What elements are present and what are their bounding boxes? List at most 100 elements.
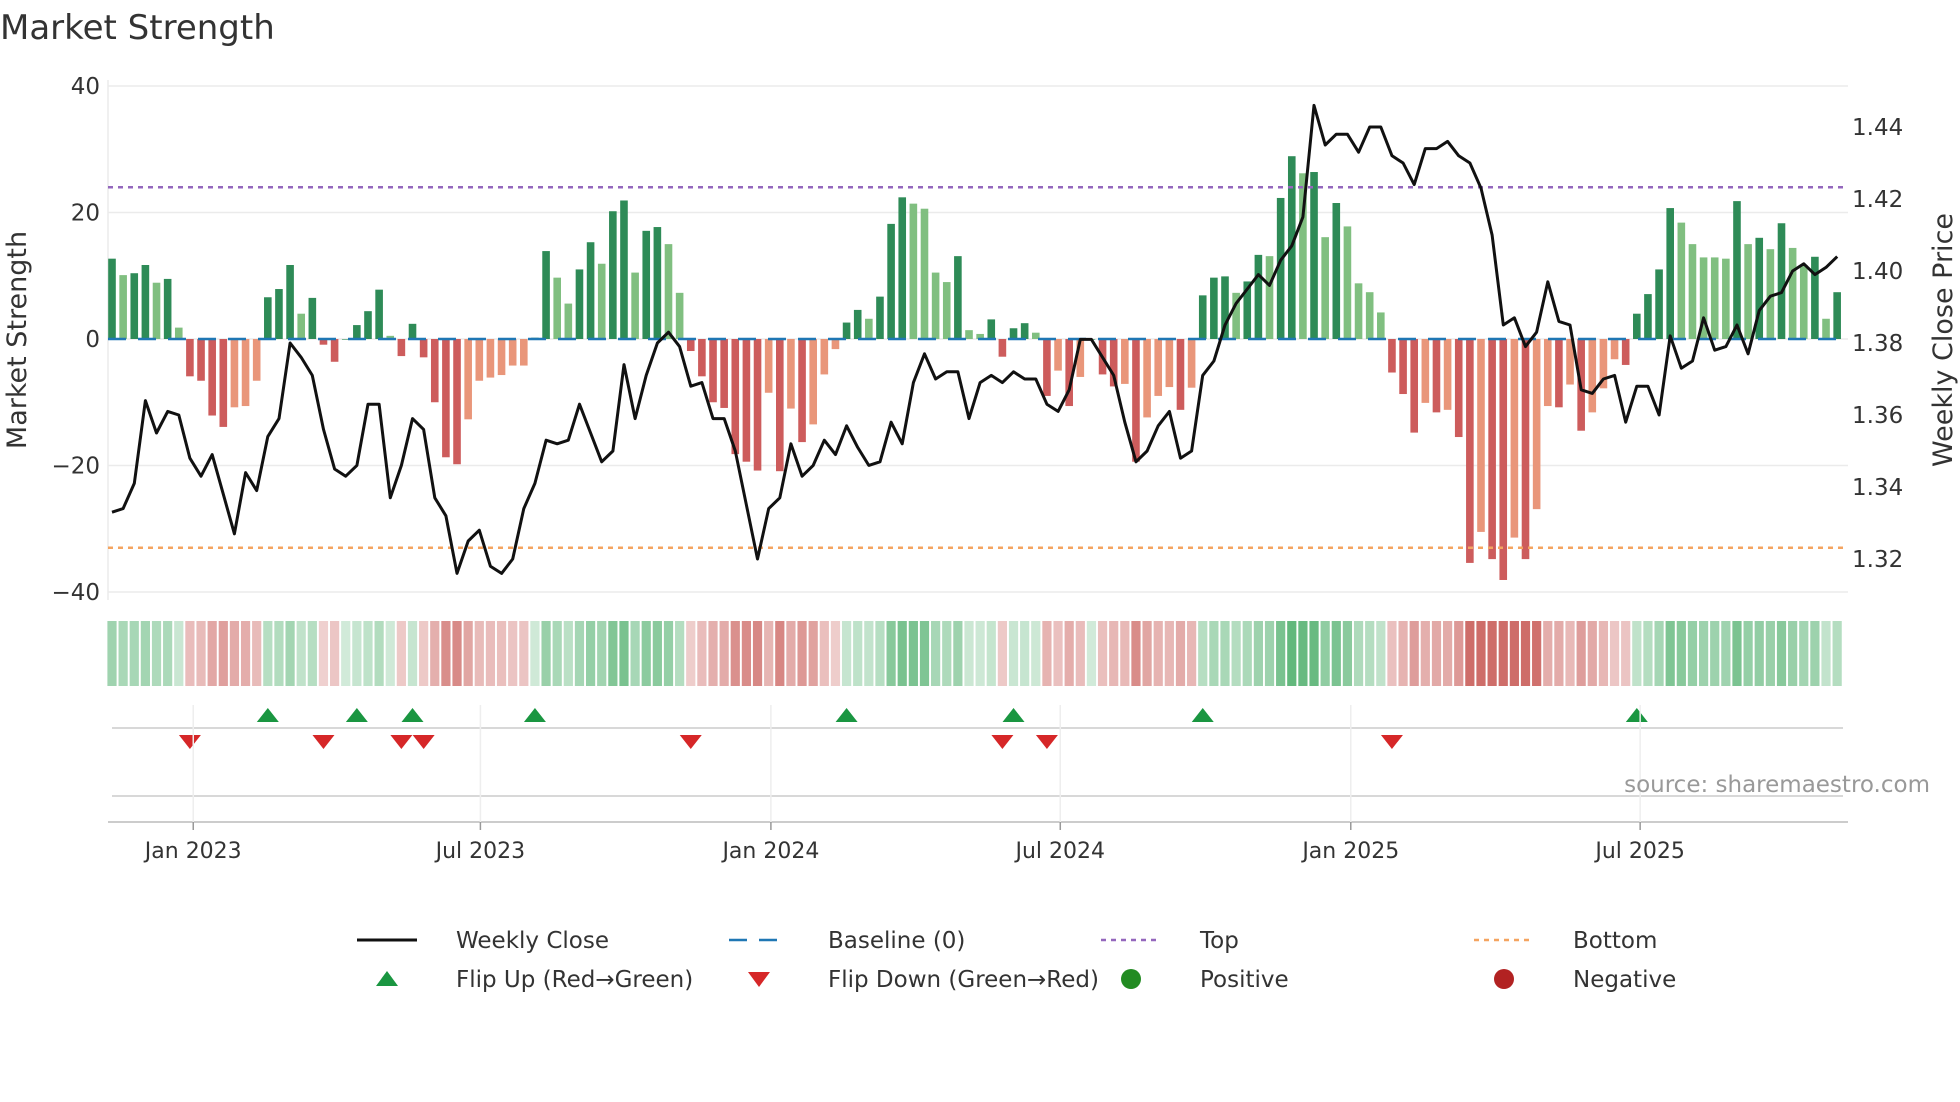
heat-cell <box>1632 621 1642 686</box>
heat-cell <box>808 621 818 686</box>
strength-bar <box>241 339 250 407</box>
heat-cell <box>697 621 707 686</box>
heat-cell <box>1064 621 1074 686</box>
strength-bar <box>130 273 139 339</box>
strength-bar <box>898 197 907 339</box>
strength-bar <box>1733 201 1741 339</box>
strength-bar <box>1054 339 1062 371</box>
strength-bar <box>1799 264 1808 339</box>
heat-cell <box>1086 621 1097 686</box>
heat-cell <box>1609 621 1620 686</box>
strength-bar <box>152 282 161 339</box>
heat-cell <box>1075 621 1085 686</box>
strength-bar <box>308 297 317 339</box>
strength-bar <box>664 244 673 339</box>
strength-bar <box>1310 172 1318 339</box>
heat-cell <box>1187 621 1197 686</box>
flip-up-marker <box>523 708 546 722</box>
heat-cell <box>864 621 874 686</box>
heat-cell <box>975 621 985 686</box>
heat-cell <box>1053 621 1063 686</box>
strength-bar <box>542 251 550 339</box>
heat-cell <box>1454 621 1464 686</box>
strength-bar <box>1009 328 1018 339</box>
strength-bar <box>163 278 172 339</box>
x-tick-label: Jan 2024 <box>720 839 819 864</box>
strength-bar <box>798 339 806 443</box>
flip-down-marker <box>1035 735 1058 749</box>
heat-cell <box>1153 621 1163 686</box>
strength-bar <box>653 227 662 339</box>
heat-cell <box>1587 621 1597 686</box>
strength-bar <box>1488 339 1496 560</box>
heat-cell <box>151 621 162 686</box>
heat-cell <box>1621 621 1631 686</box>
strength-bar <box>876 296 884 339</box>
heat-cell <box>1776 621 1787 686</box>
strength-bar <box>453 339 461 465</box>
heat-cell <box>797 621 807 686</box>
strength-bar <box>631 272 639 339</box>
heat-cell <box>630 621 640 686</box>
strength-bar <box>364 311 372 339</box>
heat-cell <box>942 621 952 686</box>
heat-cell <box>1565 621 1575 686</box>
strength-bar <box>1176 339 1185 410</box>
strength-bar <box>1677 222 1686 339</box>
heat-cell <box>1710 621 1720 686</box>
strength-bar <box>286 264 294 339</box>
strength-bar <box>1510 339 1519 538</box>
strength-bar <box>375 289 383 339</box>
strength-bar <box>1043 339 1051 396</box>
strength-bar <box>1621 339 1630 365</box>
heat-cell <box>1264 621 1275 686</box>
heat-cell <box>1799 621 1809 686</box>
strength-bar <box>219 339 228 427</box>
x-tick-label: Jan 2025 <box>1300 839 1399 864</box>
strength-bar <box>1788 247 1797 339</box>
heat-cell <box>1287 621 1297 686</box>
heat-cell <box>919 621 930 686</box>
flip-up-marker <box>1191 708 1214 722</box>
strength-bar <box>1432 339 1441 413</box>
strength-bar <box>141 264 150 339</box>
y-tick-label: 20 <box>71 201 100 227</box>
strength-bar <box>430 339 439 403</box>
heat-cell <box>330 621 340 686</box>
strength-bar <box>1811 256 1819 339</box>
heat-cell <box>1687 621 1698 686</box>
strength-bar <box>686 339 695 352</box>
heat-cell <box>775 621 785 686</box>
strength-bar <box>842 322 851 339</box>
strength-bar <box>119 275 127 339</box>
strength-bar <box>475 339 484 381</box>
market-strength-chart: Market Strength Market Strength Weekly C… <box>0 8 1959 993</box>
strength-bar <box>920 208 929 339</box>
strength-bar <box>108 258 116 339</box>
legend-label: Baseline (0) <box>828 928 965 954</box>
flip-down-marker <box>679 735 702 749</box>
heat-cell <box>519 621 529 686</box>
heat-cell <box>908 621 918 686</box>
heat-cell <box>597 621 607 686</box>
y2-tick-label: 1.34 <box>1852 475 1903 501</box>
strength-bar <box>1343 226 1352 339</box>
heat-cell <box>1754 621 1764 686</box>
heat-cell <box>1220 621 1230 686</box>
heat-cell <box>118 621 128 686</box>
strength-bar <box>186 339 194 377</box>
heat-cell <box>964 621 974 686</box>
strength-bar <box>1688 244 1697 339</box>
heat-cell <box>931 621 941 686</box>
reference-lines <box>108 185 1848 549</box>
strength-bar <box>197 339 205 381</box>
strength-bar <box>230 339 239 408</box>
heat-cell <box>307 621 317 686</box>
strength-bar <box>1555 339 1563 408</box>
heat-cell <box>1031 621 1041 686</box>
heat-cell <box>1276 621 1286 686</box>
heat-cell <box>1665 621 1675 686</box>
heat-cell <box>1320 621 1330 686</box>
heat-cell <box>841 621 852 686</box>
heat-cell <box>1175 621 1186 686</box>
